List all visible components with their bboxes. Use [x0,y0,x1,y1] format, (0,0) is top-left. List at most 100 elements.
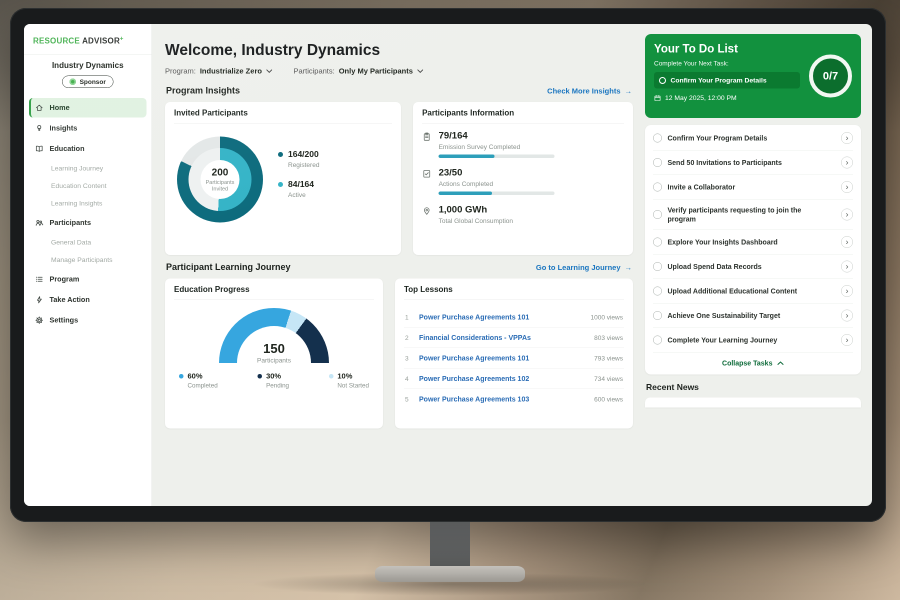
sidebar-subitem-general-data[interactable]: General Data [29,234,147,252]
go-to-learning-journey-link[interactable]: Go to Learning Journey → [536,264,632,273]
chevron-right-icon[interactable]: › [841,261,853,273]
pin-icon [422,206,432,216]
legend-label: Registered [288,161,319,169]
participants-filter-label: Participants: [293,67,334,76]
invited-donut-chart: 200 Participants Invited [177,137,263,223]
lesson-row: 1 Power Purchase Agreements 101 1000 vie… [404,307,624,328]
todo-panel: Your To Do List Complete Your Next Task:… [645,34,861,506]
sidebar-item-take-action[interactable]: Take Action [29,290,147,310]
sidebar-item-insights[interactable]: Insights [29,119,147,139]
task-checkbox[interactable] [653,210,662,219]
legend-value: 30% [266,372,281,381]
invited-donut-center: 200 Participants Invited [201,160,240,199]
clipboard-icon [422,132,432,142]
task-row[interactable]: Confirm Your Program Details › [653,126,853,151]
sidebar-subitem-manage-participants[interactable]: Manage Participants [29,251,147,269]
legend-dot [179,374,184,379]
legend-label: Not Started [337,382,369,389]
legend-value: 84/164 [288,180,314,190]
lesson-rank: 3 [405,354,412,362]
task-row[interactable]: Complete Your Learning Journey › [653,328,853,353]
sidebar-item-participants[interactable]: Participants [29,213,147,233]
task-row[interactable]: Upload Additional Educational Content › [653,279,853,304]
lesson-name-link[interactable]: Power Purchase Agreements 101 [419,313,583,321]
task-checkbox[interactable] [653,287,662,296]
chevron-right-icon[interactable]: › [841,209,853,221]
checklist-icon [422,169,432,179]
task-checkbox[interactable] [653,158,662,167]
learning-journey-title: Participant Learning Journey [166,262,291,273]
program-filter[interactable]: Program: Industrialize Zero [165,67,272,76]
task-row[interactable]: Upload Spend Data Records › [653,255,853,280]
task-checkbox[interactable] [653,238,662,247]
legend-pending: 30% Pending [258,372,289,389]
lesson-views: 734 views [594,375,623,383]
legend-dot [278,182,283,187]
next-task-label: Confirm Your Program Details [671,77,767,85]
sidebar-subitem-learning-insights[interactable]: Learning Insights [29,195,147,213]
legend-dot [258,374,263,379]
arrow-right-icon: → [625,87,633,96]
lesson-name-link[interactable]: Power Purchase Agreements 103 [419,395,587,403]
lesson-name-link[interactable]: Financial Considerations - VPPAs [419,334,587,342]
todo-due-text: 12 May 2025, 12:00 PM [665,94,737,102]
lesson-views: 803 views [594,334,623,342]
task-checkbox[interactable] [653,336,662,345]
sidebar-nav: Home Insights Education Learning Journey… [24,95,152,333]
stat-label: Total Global Consumption [439,217,513,225]
chevron-right-icon[interactable]: › [841,334,853,346]
chevron-right-icon[interactable]: › [841,157,853,169]
task-checkbox[interactable] [653,262,662,271]
task-checkbox[interactable] [653,183,662,192]
chevron-right-icon[interactable]: › [841,132,853,144]
task-row[interactable]: Invite a Collaborator › [653,175,853,200]
lesson-name-link[interactable]: Power Purchase Agreements 101 [419,354,587,362]
chevron-right-icon[interactable]: › [841,181,853,193]
sidebar-item-education[interactable]: Education [29,139,147,159]
task-row[interactable]: Achieve One Sustainability Target › [653,304,853,329]
lesson-rank: 4 [405,375,412,383]
sponsor-badge[interactable]: Sponsor [62,76,113,89]
filters-row: Program: Industrialize Zero Participants… [165,67,633,76]
next-task-banner[interactable]: Confirm Your Program Details [654,72,800,89]
task-row[interactable]: Verify participants requesting to join t… [653,200,853,231]
arrow-right-icon: → [625,264,633,273]
home-icon [35,104,44,113]
task-checkbox[interactable] [653,311,662,320]
sidebar-item-program[interactable]: Program [29,270,147,290]
legend-dot [329,374,334,379]
sidebar-item-home[interactable]: Home [29,98,147,118]
stat-value: 1,000 GWh [439,205,513,216]
task-label: Explore Your Insights Dashboard [668,238,804,247]
task-row[interactable]: Explore Your Insights Dashboard › [653,230,853,255]
lesson-rank: 2 [405,334,412,342]
sidebar-item-settings[interactable]: Settings [29,311,147,331]
chevron-down-icon [266,67,273,76]
task-label: Complete Your Learning Journey [668,336,804,345]
participants-filter[interactable]: Participants: Only My Participants [293,67,423,76]
invited-participants-card: Invited Participants 200 Participants In… [165,102,401,255]
donut-center-value: 200 [212,167,229,179]
legend-value: 10% [337,372,352,381]
lesson-name-link[interactable]: Power Purchase Agreements 102 [419,375,587,383]
task-label: Invite a Collaborator [668,182,804,191]
chevron-right-icon[interactable]: › [841,236,853,248]
chevron-right-icon[interactable]: › [841,310,853,322]
task-checkbox[interactable] [653,134,662,143]
legend-completed: 60% Completed [179,372,218,389]
brand-secondary: ADVISOR [82,37,120,46]
chevron-right-icon[interactable]: › [841,285,853,297]
task-label: Upload Spend Data Records [668,262,804,271]
sidebar-subitem-education-content[interactable]: Education Content [29,177,147,195]
collapse-tasks-link[interactable]: Collapse Tasks [653,353,853,374]
gauge-center-value: 150 [219,342,329,355]
sidebar-subitem-learning-journey[interactable]: Learning Journey [29,160,147,178]
sidebar-item-label: Education [50,145,85,153]
check-more-insights-link[interactable]: Check More Insights → [547,87,632,96]
task-row[interactable]: Send 50 Invitations to Participants › [653,151,853,176]
monitor-screen: RESOURCE ADVISOR+ Industry Dynamics Spon… [24,24,872,506]
lesson-rank: 1 [405,313,412,321]
lesson-row: 3 Power Purchase Agreements 101 793 view… [404,348,624,369]
education-gauge-chart: 150 Participants [219,308,329,364]
gauge-legend: 60% Completed 30% Pending 10% Not Starte… [174,372,374,389]
